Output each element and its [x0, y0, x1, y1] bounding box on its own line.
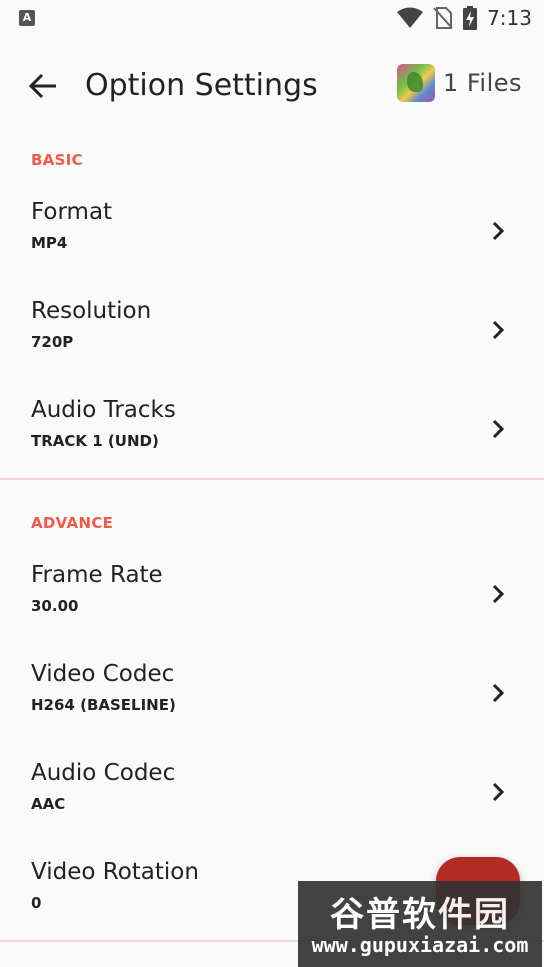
setting-title: Resolution	[31, 298, 152, 324]
setting-title: Audio Tracks	[31, 397, 176, 423]
watermark-title: 谷普软件园	[330, 895, 510, 935]
battery-charging-icon	[463, 6, 478, 30]
setting-value: MP4	[31, 234, 68, 252]
setting-row-frame-rate[interactable]: Frame Rate 30.00	[0, 548, 544, 644]
setting-row-resolution[interactable]: Resolution 720P	[0, 284, 544, 380]
files-button[interactable]: 1 Files	[396, 64, 522, 102]
no-sim-icon	[433, 7, 453, 29]
section-header-basic: BASIC	[31, 151, 83, 169]
setting-title: Frame Rate	[31, 562, 163, 588]
chevron-right-icon	[492, 683, 505, 703]
chevron-right-icon	[492, 782, 505, 802]
wifi-icon	[397, 7, 424, 28]
chevron-right-icon	[492, 419, 505, 439]
arrow-back-icon	[28, 73, 56, 99]
page-title: Option Settings	[85, 68, 318, 103]
setting-value: 0	[31, 894, 42, 912]
setting-title: Audio Codec	[31, 760, 176, 786]
setting-title: Format	[31, 199, 113, 225]
setting-value: TRACK 1 (UND)	[31, 432, 159, 450]
watermark-url: www.gupuxiazai.com	[311, 933, 529, 957]
app-bar: Option Settings 1 Files	[0, 50, 544, 122]
chevron-right-icon	[492, 584, 505, 604]
status-time: 7:13	[487, 6, 532, 30]
app-notification-icon: A	[19, 10, 35, 26]
back-button[interactable]	[24, 66, 64, 106]
setting-title: Video Rotation	[31, 859, 199, 885]
setting-value: 30.00	[31, 597, 79, 615]
status-icons: 7:13	[397, 6, 532, 30]
setting-row-video-codec[interactable]: Video Codec H264 (BASELINE)	[0, 647, 544, 743]
setting-title: Video Codec	[31, 661, 175, 687]
chevron-right-icon	[492, 221, 505, 241]
file-thumbnail	[396, 64, 435, 102]
watermark-overlay: 谷普软件园 www.gupuxiazai.com	[298, 881, 542, 967]
status-bar: A 7:13	[0, 0, 544, 36]
setting-value: 720P	[31, 333, 74, 351]
chevron-right-icon	[492, 320, 505, 340]
files-count-label: 1 Files	[442, 69, 522, 97]
setting-row-audio-tracks[interactable]: Audio Tracks TRACK 1 (UND)	[0, 383, 544, 479]
section-header-advance: ADVANCE	[31, 514, 114, 532]
setting-value: H264 (BASELINE)	[31, 696, 176, 714]
setting-row-audio-codec[interactable]: Audio Codec AAC	[0, 746, 544, 842]
section-divider	[0, 478, 544, 480]
setting-row-format[interactable]: Format MP4	[0, 185, 544, 281]
setting-value: AAC	[31, 795, 66, 813]
